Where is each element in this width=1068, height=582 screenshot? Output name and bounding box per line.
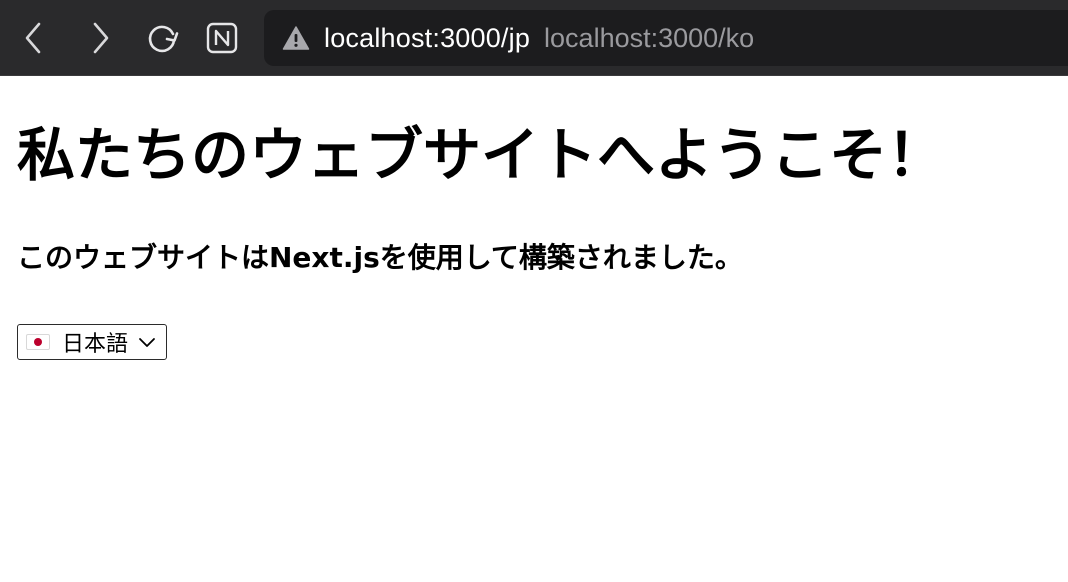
address-bar[interactable]: localhost:3000/jp localhost:3000/ko: [264, 10, 1068, 66]
forward-button[interactable]: [80, 18, 120, 58]
url-autocomplete-suggestion[interactable]: localhost:3000/ko: [544, 23, 754, 54]
chevron-right-icon: [93, 22, 109, 54]
page-title: 私たちのウェブサイトへようこそ！: [17, 121, 946, 189]
chevron-down-icon: [138, 336, 156, 348]
url-text[interactable]: localhost:3000/jp: [324, 23, 530, 54]
reload-button[interactable]: [142, 18, 182, 58]
warning-icon[interactable]: [282, 25, 310, 51]
page-subtitle: このウェブサイトはNext.jsを使用して構築されました。: [17, 241, 743, 274]
language-select-value: 日本語: [62, 332, 129, 357]
notion-extension-button[interactable]: [202, 18, 242, 58]
back-button[interactable]: [14, 18, 54, 58]
language-select[interactable]: 日本語: [17, 324, 167, 360]
chevron-left-icon: [25, 22, 41, 54]
notion-extension-icon: [206, 22, 238, 54]
browser-toolbar: localhost:3000/jp localhost:3000/ko: [0, 0, 1068, 76]
reload-icon: [148, 25, 179, 53]
japan-flag-icon: [26, 334, 50, 350]
